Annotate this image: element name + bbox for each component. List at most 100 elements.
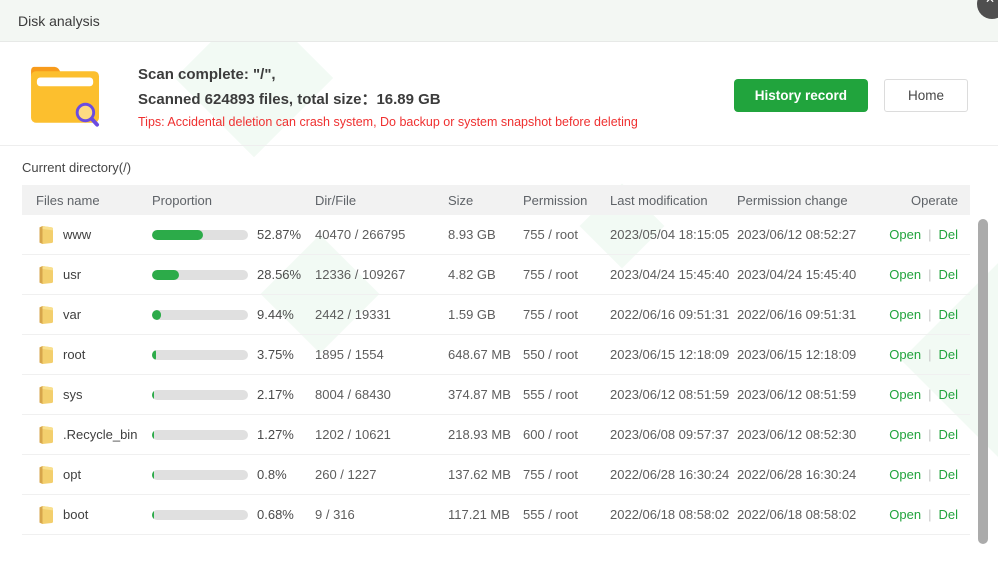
close-icon[interactable]: ✕ [977, 0, 998, 19]
folder-icon [37, 465, 55, 485]
table-body: www 52.87% 40470 / 266795 8.93 GB 755 / … [22, 215, 970, 535]
del-link[interactable]: Del [938, 427, 958, 442]
folder-icon [37, 385, 55, 405]
permission-change-value: 2023/06/12 08:52:27 [737, 227, 880, 242]
proportion-bar-fill [152, 430, 154, 440]
table-row: sys 2.17% 8004 / 68430 374.87 MB 555 / r… [22, 375, 970, 415]
table-row: boot 0.68% 9 / 316 117.21 MB 555 / root … [22, 495, 970, 535]
proportion-cell: 0.68% [152, 507, 315, 522]
files-table: Files nameProportionDir/FileSizePermissi… [22, 185, 970, 535]
table-row: usr 28.56% 12336 / 109267 4.82 GB 755 / … [22, 255, 970, 295]
history-record-button[interactable]: History record [734, 79, 868, 112]
open-link[interactable]: Open [889, 347, 921, 362]
del-link[interactable]: Del [938, 467, 958, 482]
del-link[interactable]: Del [938, 307, 958, 322]
home-button[interactable]: Home [884, 79, 968, 112]
scan-complete-line: Scan complete: "/", [138, 62, 722, 87]
file-name-cell: opt [22, 465, 152, 485]
table-row: www 52.87% 40470 / 266795 8.93 GB 755 / … [22, 215, 970, 255]
permission-value: 550 / root [523, 347, 610, 362]
column-header: Permission change [737, 193, 880, 208]
open-link[interactable]: Open [889, 387, 921, 402]
operate-cell: Open | Del [880, 507, 970, 522]
size-value: 4.82 GB [448, 267, 523, 282]
proportion-value: 9.44% [257, 307, 294, 322]
file-name: usr [63, 267, 81, 282]
proportion-bar [152, 470, 248, 480]
file-name: www [63, 227, 91, 242]
proportion-bar-fill [152, 350, 156, 360]
table-row: .Recycle_bin 1.27% 1202 / 10621 218.93 M… [22, 415, 970, 455]
file-name: root [63, 347, 85, 362]
scan-summary: Scan complete: "/", Scanned 624893 files… [0, 42, 998, 146]
column-header: Dir/File [315, 193, 448, 208]
proportion-cell: 2.17% [152, 387, 315, 402]
size-value: 1.59 GB [448, 307, 523, 322]
proportion-bar-fill [152, 470, 154, 480]
size-value: 8.93 GB [448, 227, 523, 242]
proportion-bar-fill [152, 310, 161, 320]
folder-icon [37, 345, 55, 365]
permission-change-value: 2022/06/16 09:51:31 [737, 307, 880, 322]
del-link[interactable]: Del [938, 347, 958, 362]
proportion-bar [152, 310, 248, 320]
file-name: boot [63, 507, 88, 522]
table-row: var 9.44% 2442 / 19331 1.59 GB 755 / roo… [22, 295, 970, 335]
table-header-row: Files nameProportionDir/FileSizePermissi… [22, 185, 970, 215]
proportion-cell: 0.8% [152, 467, 315, 482]
dir-file-count: 12336 / 109267 [315, 267, 448, 282]
proportion-cell: 3.75% [152, 347, 315, 362]
column-header: Operate [880, 193, 970, 208]
vertical-scrollbar[interactable] [978, 219, 988, 544]
open-link[interactable]: Open [889, 267, 921, 282]
proportion-bar-fill [152, 510, 154, 520]
permission-change-value: 2023/06/12 08:52:30 [737, 427, 880, 442]
size-value: 374.87 MB [448, 387, 523, 402]
operate-cell: Open | Del [880, 267, 970, 282]
file-name: .Recycle_bin [63, 427, 137, 442]
open-link[interactable]: Open [889, 467, 921, 482]
scan-summary-text: Scan complete: "/", Scanned 624893 files… [138, 62, 722, 129]
permission-value: 755 / root [523, 227, 610, 242]
size-value: 137.62 MB [448, 467, 523, 482]
del-link[interactable]: Del [938, 507, 958, 522]
del-link[interactable]: Del [938, 267, 958, 282]
summary-buttons: History record Home [734, 79, 968, 112]
dir-file-count: 8004 / 68430 [315, 387, 448, 402]
proportion-cell: 9.44% [152, 307, 315, 322]
last-modification-value: 2023/04/24 15:45:40 [610, 267, 737, 282]
dir-file-count: 9 / 316 [315, 507, 448, 522]
permission-change-value: 2022/06/28 16:30:24 [737, 467, 880, 482]
permission-change-value: 2023/06/15 12:18:09 [737, 347, 880, 362]
permission-change-value: 2023/06/12 08:51:59 [737, 387, 880, 402]
last-modification-value: 2023/06/15 12:18:09 [610, 347, 737, 362]
permission-value: 555 / root [523, 387, 610, 402]
last-modification-value: 2023/06/08 09:57:37 [610, 427, 737, 442]
open-link[interactable]: Open [889, 507, 921, 522]
proportion-bar-fill [152, 230, 203, 240]
proportion-bar [152, 510, 248, 520]
proportion-value: 52.87% [257, 227, 301, 242]
del-link[interactable]: Del [938, 387, 958, 402]
action-separator: | [928, 227, 931, 242]
proportion-cell: 52.87% [152, 227, 315, 242]
action-separator: | [928, 507, 931, 522]
del-link[interactable]: Del [938, 227, 958, 242]
open-link[interactable]: Open [889, 227, 921, 242]
action-separator: | [928, 307, 931, 322]
open-link[interactable]: Open [889, 427, 921, 442]
proportion-bar-fill [152, 390, 154, 400]
file-name-cell: root [22, 345, 152, 365]
dir-file-count: 40470 / 266795 [315, 227, 448, 242]
operate-cell: Open | Del [880, 227, 970, 242]
scan-tips: Tips: Accidental deletion can crash syst… [138, 115, 722, 129]
permission-value: 755 / root [523, 307, 610, 322]
table-row: opt 0.8% 260 / 1227 137.62 MB 755 / root… [22, 455, 970, 495]
dir-file-count: 2442 / 19331 [315, 307, 448, 322]
proportion-value: 3.75% [257, 347, 294, 362]
proportion-bar [152, 230, 248, 240]
file-name: opt [63, 467, 81, 482]
open-link[interactable]: Open [889, 307, 921, 322]
proportion-bar [152, 390, 248, 400]
folder-icon [37, 305, 55, 325]
